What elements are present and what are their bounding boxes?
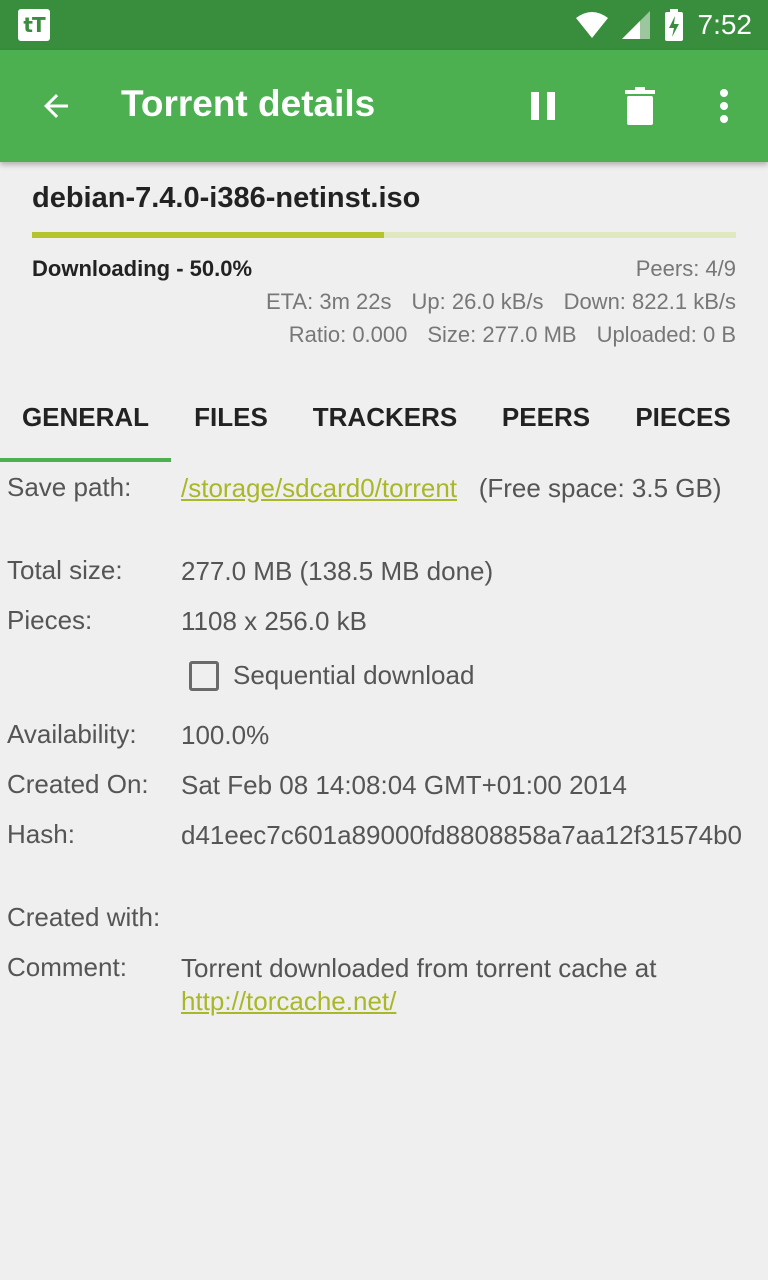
comment-link[interactable]: http://torcache.net/	[181, 986, 396, 1016]
download-speed: Down: 822.1 kB/s	[563, 289, 736, 314]
availability-label: Availability:	[7, 719, 137, 749]
total-size-label: Total size:	[7, 555, 123, 585]
tab-peers[interactable]: PEERS	[479, 372, 613, 462]
pieces-value: 1108 x 256.0 kB	[181, 606, 367, 636]
app-bar: Torrent details	[0, 50, 768, 162]
sequential-download-toggle[interactable]: Sequential download	[189, 660, 474, 691]
overflow-menu-button[interactable]	[696, 78, 752, 134]
torrent-name: debian-7.4.0-i386-netinst.iso	[32, 182, 421, 214]
arrow-back-icon	[44, 94, 68, 118]
created-on-value: Sat Feb 08 14:08:04 GMT+01:00 2014	[181, 770, 627, 800]
size-value: Size: 277.0 MB	[427, 322, 577, 347]
hash-label: Hash:	[7, 819, 75, 849]
eta-value: ETA: 3m 22s	[265, 289, 392, 314]
tab-files[interactable]: FILES	[171, 372, 291, 462]
pause-button[interactable]	[516, 78, 572, 134]
tab-trackers[interactable]: TRACKERS	[291, 372, 479, 462]
uploaded-value: Uploaded: 0 B	[596, 322, 736, 347]
ratio-value: Ratio: 0.000	[288, 322, 408, 347]
tab-bar: GENERAL FILES TRACKERS PEERS PIECES	[0, 372, 768, 462]
progress-bar	[32, 232, 736, 238]
comment-value: Torrent downloaded from torrent cache at…	[181, 952, 761, 1018]
trash-icon	[625, 87, 655, 125]
save-path-link[interactable]: /storage/sdcard0/torrent	[181, 473, 457, 503]
tab-indicator	[0, 458, 171, 462]
app-notification-icon: tT	[18, 9, 50, 41]
sequential-download-checkbox[interactable]	[189, 660, 219, 691]
ratio-stats: Ratio: 0.000 Size: 277.0 MB Uploaded: 0 B	[289, 322, 736, 348]
wifi-icon	[575, 12, 608, 38]
comment-label: Comment:	[7, 952, 127, 982]
peers-count: Peers: 4/9	[635, 256, 736, 281]
save-path-label: Save path:	[7, 472, 132, 502]
hash-value: d41eec7c601a89000fd8808858a7aa12f31574b0	[181, 820, 743, 850]
comment-text: Torrent downloaded from torrent cache at	[181, 953, 657, 983]
download-status: Downloading - 50.0%	[32, 256, 253, 281]
pieces-label: Pieces:	[7, 605, 93, 635]
cell-signal-icon	[621, 11, 650, 39]
clock: 7:52	[697, 9, 753, 40]
delete-button[interactable]	[612, 78, 668, 134]
more-vert-icon	[720, 89, 728, 123]
page-title: Torrent details	[121, 83, 376, 124]
transfer-stats: ETA: 3m 22s Up: 26.0 kB/s Down: 822.1 kB/s	[266, 289, 736, 315]
back-button[interactable]	[30, 80, 82, 132]
tab-general[interactable]: GENERAL	[0, 372, 171, 462]
pause-icon	[531, 92, 555, 120]
upload-speed: Up: 26.0 kB/s	[411, 289, 544, 314]
availability-value: 100.0%	[181, 720, 270, 750]
tab-pieces[interactable]: PIECES	[613, 372, 753, 462]
progress-fill	[32, 232, 384, 238]
created-with-label: Created with:	[7, 902, 161, 932]
sequential-download-label[interactable]: Sequential download	[233, 660, 474, 691]
battery-charging-icon	[664, 9, 683, 41]
save-path-value: /storage/sdcard0/torrent (Free space: 3.…	[181, 472, 761, 505]
total-size-value: 277.0 MB (138.5 MB done)	[181, 556, 494, 586]
free-space: (Free space: 3.5 GB)	[478, 473, 722, 503]
status-bar: tT 7:52	[0, 0, 768, 50]
created-on-label: Created On:	[7, 769, 149, 799]
